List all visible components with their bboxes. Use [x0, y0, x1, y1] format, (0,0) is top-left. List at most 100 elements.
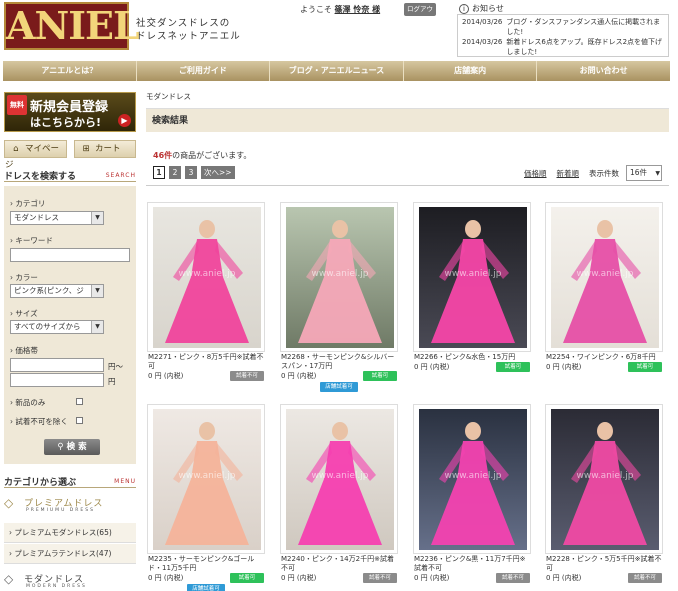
product-image-frame[interactable]: www.aniel.jp: [280, 202, 398, 352]
keyword-input[interactable]: [10, 248, 130, 262]
modern-sub: MODERN DRESS: [26, 584, 87, 589]
mypage-button[interactable]: ⌂ マイページ: [4, 140, 67, 170]
nav-about[interactable]: アニエルとは？: [3, 61, 137, 81]
per-page-label: 表示件数: [589, 169, 619, 178]
product-price: 0 円 (内税): [546, 574, 582, 582]
news-text[interactable]: 新着ドレス6点をアップ。既存ドレス2点を値下げしました!: [506, 37, 664, 56]
exclude-checkbox[interactable]: [76, 417, 83, 424]
product-card[interactable]: www.aniel.jp M2240・ピンク・14万2千円※試着不可 0 円 (内税…: [280, 404, 398, 591]
product-image-frame[interactable]: www.aniel.jp: [413, 202, 531, 352]
product-image-frame[interactable]: www.aniel.jp: [413, 404, 531, 554]
watermark: www.aniel.jp: [444, 471, 502, 481]
product-price: 0 円 (内税): [546, 363, 582, 371]
category-select[interactable]: モダンドレス ▼: [10, 211, 104, 225]
premium-dress-heading[interactable]: ◇ プレミアムドレス PREMIUMU DRESS: [4, 495, 136, 517]
product-photo[interactable]: www.aniel.jp: [153, 207, 261, 348]
product-name[interactable]: M2240・ピンク・14万2千円※試着不可: [281, 555, 399, 573]
product-price: 0 円 (内税): [148, 372, 184, 380]
product-card[interactable]: www.aniel.jp M2268・サーモンピンク&シルバースパン・17万円 0 …: [280, 202, 398, 393]
product-name[interactable]: M2271・ピンク・8万5千円※試着不可: [148, 353, 266, 371]
premium-sub: PREMIUMU DRESS: [26, 508, 95, 513]
page-3[interactable]: 3: [185, 166, 197, 179]
size-label: › サイズ: [10, 309, 38, 318]
product-image-frame[interactable]: www.aniel.jp: [545, 202, 663, 352]
product-photo[interactable]: www.aniel.jp: [286, 207, 394, 348]
product-photo[interactable]: www.aniel.jp: [551, 409, 659, 550]
news-item[interactable]: 2014/03/26 新着ドレス6点をアップ。既存ドレス2点を値下げしました!: [462, 37, 664, 56]
color-select[interactable]: ピンク系(ピンク、ジ ▼: [10, 284, 104, 298]
color-label: › カラー: [10, 273, 38, 282]
breadcrumb[interactable]: モダンドレス: [146, 91, 191, 102]
free-badge: 無料: [7, 95, 27, 115]
product-photo[interactable]: www.aniel.jp: [153, 409, 261, 550]
product-photo[interactable]: www.aniel.jp: [286, 409, 394, 550]
store-fitting-badge: 店舗試着可: [187, 584, 225, 591]
divider: [146, 185, 669, 186]
size-select[interactable]: すべてのサイズから ▼: [10, 320, 104, 334]
sort-options: 価格順 新着順 表示件数: [524, 168, 619, 179]
product-name[interactable]: M2228・ピンク・5万5千円※試着不可: [546, 555, 664, 573]
product-photo[interactable]: www.aniel.jp: [419, 207, 527, 348]
product-image-frame[interactable]: www.aniel.jp: [147, 404, 265, 554]
nav-blog[interactable]: ブログ・アニエルニュース: [270, 61, 404, 81]
product-name[interactable]: M2266・ピンク&水色・15万円: [414, 353, 532, 362]
price-max-input[interactable]: [10, 373, 104, 387]
product-name[interactable]: M2235・サーモンピンク&ゴールド・11万5千円: [148, 555, 266, 573]
product-card[interactable]: www.aniel.jp M2228・ピンク・5万5千円※試着不可 0 円 (内税)…: [545, 404, 663, 591]
news-text[interactable]: ブログ・ダンスファンダンス通人伝に掲載されました!: [506, 17, 664, 37]
sort-new-link[interactable]: 新着順: [557, 168, 580, 179]
price-min-input[interactable]: [10, 358, 104, 372]
product-price: 0 円 (内税): [414, 363, 450, 371]
sort-price-link[interactable]: 価格順: [524, 168, 547, 179]
result-title: 検索結果: [146, 108, 669, 132]
product-photo[interactable]: www.aniel.jp: [419, 409, 527, 550]
fitting-ng-badge: 試着不可: [363, 573, 397, 583]
search-form: › カテゴリ モダンドレス ▼ › キーワード › カラー ピンク系(ピンク、ジ ▼…: [4, 186, 136, 464]
category-link-premium-modern[interactable]: › プレミアムモダンドレス(65): [4, 523, 136, 543]
product-name[interactable]: M2254・ワインピンク・6万8千円: [546, 353, 664, 362]
search-title: ドレスを検索する: [4, 172, 77, 182]
watermark: www.aniel.jp: [576, 269, 634, 279]
user-name-link[interactable]: 篠澤 怜奈 様: [335, 5, 381, 14]
logo[interactable]: ANIEL: [4, 2, 140, 50]
search-button[interactable]: ⚲ 検 索: [44, 439, 100, 455]
logout-button[interactable]: ログアウト: [404, 3, 436, 26]
signup-banner[interactable]: 無料 新規会員登録 はこちらから! ▶: [4, 92, 136, 132]
product-name[interactable]: M2236・ピンク&黒・11万7千円※試着不可: [414, 555, 532, 573]
product-image-frame[interactable]: www.aniel.jp: [147, 202, 265, 352]
product-image-frame[interactable]: www.aniel.jp: [280, 404, 398, 554]
page-1[interactable]: 1: [153, 166, 165, 179]
product-name[interactable]: M2268・サーモンピンク&シルバースパン・17万円: [281, 353, 399, 371]
product-photo[interactable]: www.aniel.jp: [551, 207, 659, 348]
product-card[interactable]: www.aniel.jp M2235・サーモンピンク&ゴールド・11万5千円 0 円…: [147, 404, 265, 591]
fitting-ng-badge: 試着不可: [628, 573, 662, 583]
fitting-ng-badge: 試着不可: [230, 371, 264, 381]
store-fitting-badge: 店舗試着可: [320, 382, 358, 392]
news-item[interactable]: 2014/03/26 ブログ・ダンスファンダンス通人伝に掲載されました!: [462, 17, 664, 37]
nav-store[interactable]: 店舗案内: [404, 61, 538, 81]
page-next[interactable]: 次へ>>: [201, 166, 235, 179]
category-title-en: MENU: [114, 478, 136, 485]
per-page-select[interactable]: 16件 ▼: [626, 165, 662, 181]
page-2[interactable]: 2: [169, 166, 181, 179]
keyword-label: › キーワード: [10, 236, 53, 245]
product-price: 0 円 (内税): [281, 574, 317, 582]
pagination: 1 2 3 次へ>>: [153, 166, 235, 179]
product-card[interactable]: www.aniel.jp M2254・ワインピンク・6万8千円 0 円 (内税) 試着…: [545, 202, 663, 393]
nav-guide[interactable]: ご利用ガイド: [137, 61, 271, 81]
new-only-checkbox[interactable]: [76, 398, 83, 405]
news-list[interactable]: 2014/03/26 ブログ・ダンスファンダンス通人伝に掲載されました! 201…: [457, 14, 669, 57]
product-card[interactable]: www.aniel.jp M2266・ピンク&水色・15万円 0 円 (内税) 試着可: [413, 202, 531, 393]
product-card[interactable]: www.aniel.jp M2271・ピンク・8万5千円※試着不可 0 円 (内税)…: [147, 202, 265, 393]
product-card[interactable]: www.aniel.jp M2236・ピンク&黒・11万7千円※試着不可 0 円 (…: [413, 404, 531, 591]
site-tagline: 社交ダンスドレスの ドレスネットアニエル: [136, 17, 241, 43]
product-price: 0 円 (内税): [148, 574, 184, 582]
news-title: お知らせ: [472, 4, 504, 13]
product-image-frame[interactable]: www.aniel.jp: [545, 404, 663, 554]
cart-button[interactable]: ⊞ カート: [74, 140, 136, 158]
fitting-ok-badge: 試着可: [628, 362, 662, 372]
nav-contact[interactable]: お問い合わせ: [537, 61, 670, 81]
watermark: www.aniel.jp: [178, 269, 236, 279]
category-link-premium-latin[interactable]: › プレミアムラテンドレス(47): [4, 544, 136, 564]
modern-dress-heading[interactable]: ◇ モダンドレス MODERN DRESS: [4, 571, 136, 591]
